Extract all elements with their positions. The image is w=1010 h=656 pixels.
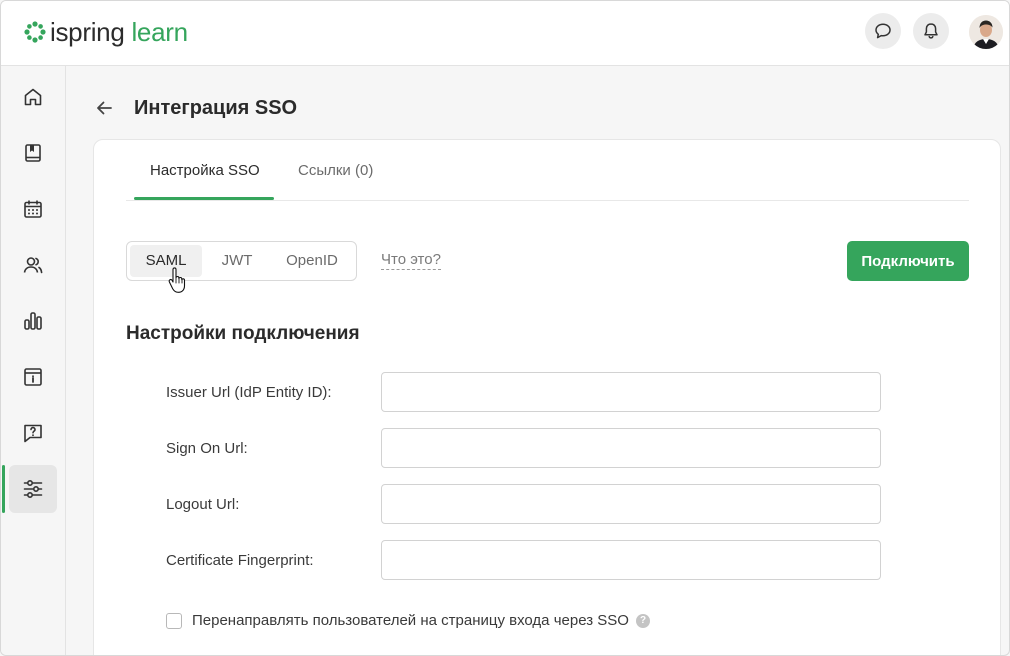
tab-sso-settings[interactable]: Настройка SSO: [150, 162, 260, 201]
app-logo[interactable]: ispring learn: [23, 17, 188, 47]
sidebar-item-help[interactable]: [9, 409, 57, 457]
app-window: ispring learn Интеграция SSO Настройка S…: [0, 0, 1010, 656]
sidebar-item-courses[interactable]: [9, 129, 57, 177]
tab-bar: Настройка SSO Ссылки (0): [126, 140, 969, 201]
users-icon: [23, 257, 43, 274]
protocol-option-openid[interactable]: OpenID: [273, 245, 351, 277]
chat-button[interactable]: [865, 13, 901, 49]
help-icon[interactable]: ?: [636, 614, 650, 628]
book-icon: [25, 144, 41, 162]
top-header: ispring learn: [1, 1, 1009, 66]
logout-url-label: Logout Url:: [166, 496, 240, 513]
settings-sliders-icon: [23, 479, 43, 499]
bar-chart-icon: [24, 312, 42, 330]
back-button[interactable]: [93, 97, 115, 119]
issuer-url-label: Issuer Url (IdP Entity ID):: [166, 384, 332, 401]
notifications-button[interactable]: [913, 13, 949, 49]
sign-on-url-field[interactable]: [381, 428, 881, 468]
sidebar-item-users[interactable]: [9, 241, 57, 289]
user-avatar[interactable]: [969, 15, 1003, 49]
redirect-sso-label[interactable]: Перенаправлять пользователей на страницу…: [192, 612, 629, 630]
protocol-option-jwt[interactable]: JWT: [207, 245, 267, 277]
redirect-sso-checkbox[interactable]: [166, 613, 182, 629]
sidebar-active-indicator: [2, 465, 5, 513]
tab-links[interactable]: Ссылки (0): [298, 162, 373, 201]
sign-on-url-label: Sign On Url:: [166, 440, 248, 457]
certificate-fingerprint-field[interactable]: [381, 540, 881, 580]
calendar-icon: [24, 200, 42, 218]
sidebar-item-reports[interactable]: [9, 297, 57, 345]
protocol-option-saml[interactable]: SAML: [130, 245, 202, 277]
section-title: Настройки подключения: [126, 323, 360, 344]
user-photo-icon: [969, 15, 1003, 49]
bell-icon: [924, 23, 938, 39]
protocol-switch: SAML JWT OpenID: [126, 241, 357, 281]
ispring-logo-icon: [24, 21, 46, 43]
sso-settings-card: Настройка SSO Ссылки (0) SAML JWT OpenID…: [93, 139, 1001, 655]
what-is-this-link[interactable]: Что это?: [381, 251, 441, 270]
arrow-left-icon: [97, 101, 112, 115]
hand-pointer-cursor-icon: [168, 267, 186, 293]
sidebar-item-settings[interactable]: [9, 465, 57, 513]
left-sidebar: [1, 66, 66, 655]
sidebar-item-calendar[interactable]: [9, 185, 57, 233]
question-bubble-icon: [24, 424, 42, 443]
active-tab-underline: [134, 197, 274, 200]
logo-text-ispring: ispring: [50, 17, 125, 47]
logout-url-field[interactable]: [381, 484, 881, 524]
chat-bubble-icon: [875, 23, 891, 39]
home-icon: [24, 88, 42, 106]
logo-text-learn: learn: [131, 17, 188, 47]
sidebar-item-info[interactable]: [9, 353, 57, 401]
sidebar-item-home[interactable]: [9, 73, 57, 121]
info-box-icon: [24, 368, 42, 386]
page-title: Интеграция SSO: [134, 97, 298, 119]
issuer-url-field[interactable]: [381, 372, 881, 412]
logo-text: ispring learn: [50, 17, 188, 47]
certificate-fingerprint-label: Certificate Fingerprint:: [166, 552, 314, 569]
connect-button[interactable]: Подключить: [847, 241, 969, 281]
